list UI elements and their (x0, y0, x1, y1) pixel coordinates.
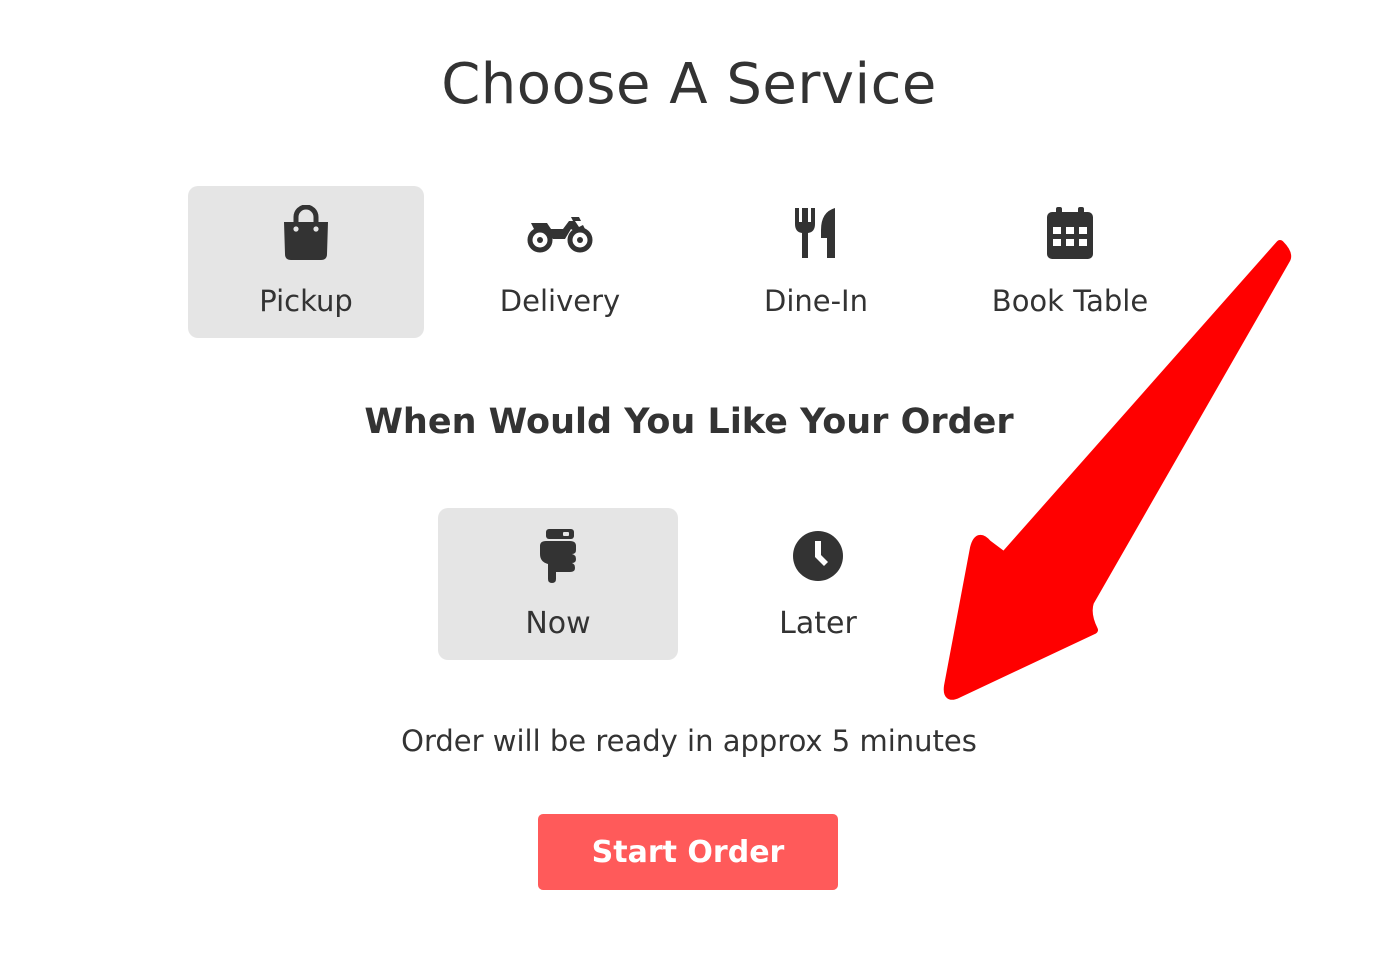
motorcycle-icon (442, 204, 678, 262)
time-option-now[interactable]: Now (438, 508, 678, 660)
service-label: Book Table (991, 284, 1149, 318)
utensils-icon (698, 204, 934, 262)
time-label: Later (779, 606, 857, 641)
hand-pointing-down-icon (438, 526, 678, 586)
calendar-icon (952, 204, 1188, 262)
service-option-delivery[interactable]: Delivery (442, 186, 678, 338)
service-option-pickup[interactable]: Pickup (188, 186, 424, 338)
clock-icon (698, 526, 938, 586)
ready-time-estimate: Order will be ready in approx 5 minutes (401, 724, 977, 758)
time-option-later[interactable]: Later (698, 508, 938, 660)
page-title: Choose A Service (441, 52, 937, 117)
service-label: Delivery (499, 284, 621, 318)
time-label: Now (525, 606, 591, 641)
order-time-heading: When Would You Like Your Order (364, 402, 1014, 442)
service-label: Dine-In (763, 284, 868, 318)
service-option-dine-in[interactable]: Dine-In (698, 186, 934, 338)
shopping-bag-icon (188, 204, 424, 262)
start-order-button[interactable]: Start Order (538, 814, 838, 890)
service-option-book-table[interactable]: Book Table (952, 186, 1188, 338)
service-label: Pickup (259, 284, 353, 318)
